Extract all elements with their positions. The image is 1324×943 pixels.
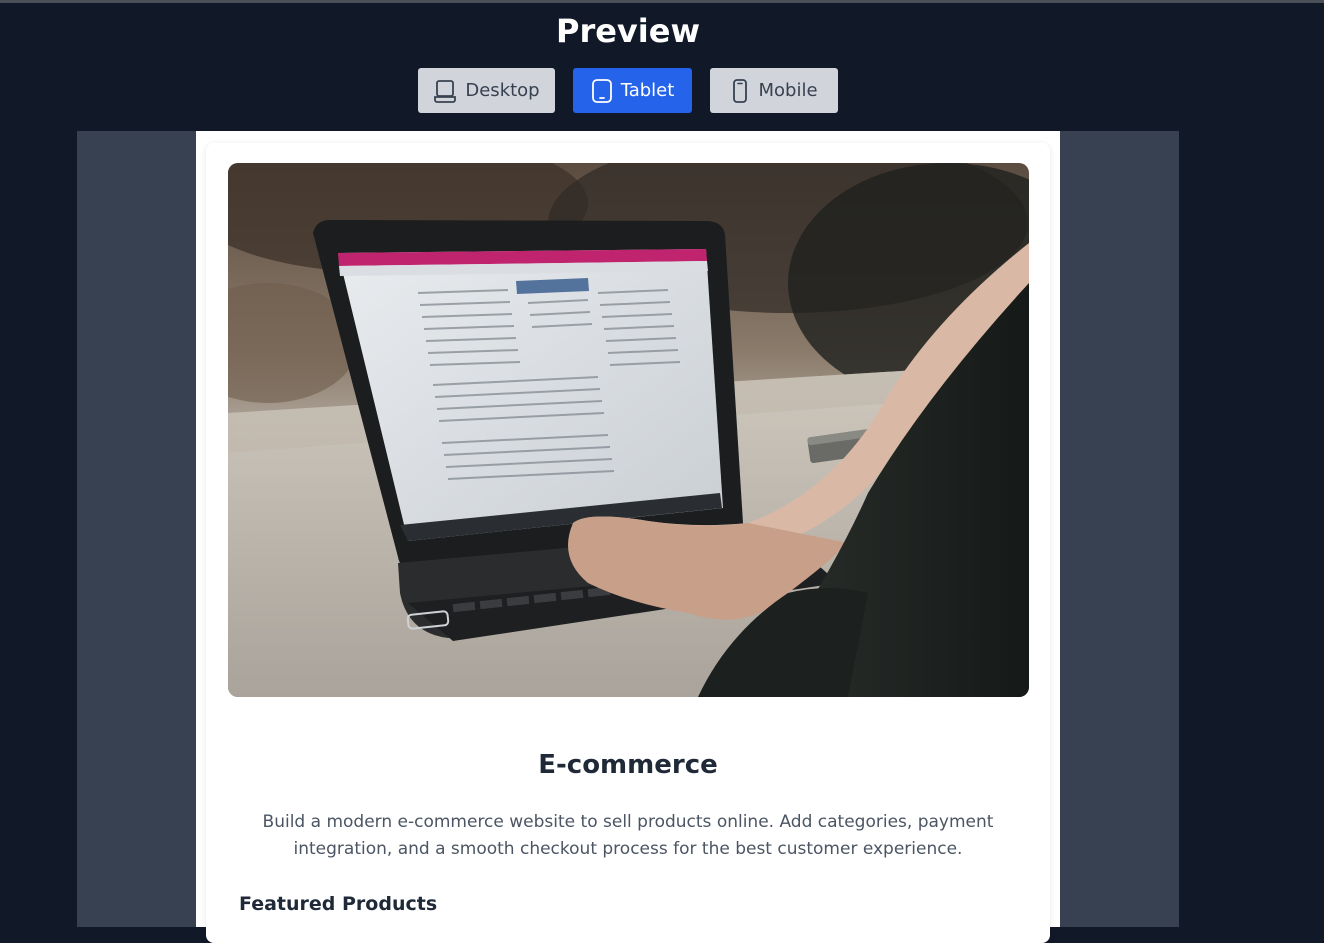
tablet-button-label: Tablet [620,80,675,101]
mobile-icon [730,78,750,104]
tablet-button[interactable]: Tablet [573,68,692,113]
featured-products-heading: Featured Products [239,893,438,915]
card-title: E-commerce [538,750,718,780]
window-top-border [0,0,1324,3]
tablet-preview-frame: E-commerce Build a modern e-commerce web… [196,131,1060,943]
card-description: Build a modern e-commerce website to sel… [262,812,994,859]
tablet-icon [591,78,613,104]
laptop-icon [433,78,457,104]
hero-image [228,163,1029,697]
mobile-button[interactable]: Mobile [710,68,838,113]
desktop-button[interactable]: Desktop [418,68,555,113]
desktop-button-label: Desktop [465,80,540,101]
project-card: E-commerce Build a modern e-commerce web… [206,143,1050,943]
mobile-button-label: Mobile [758,80,818,101]
page-title: Preview [555,12,701,50]
